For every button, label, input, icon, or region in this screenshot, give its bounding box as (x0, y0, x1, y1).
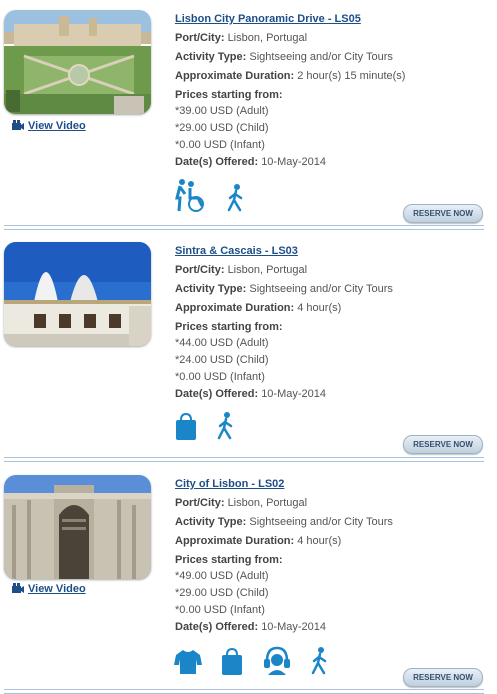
price-child: *24.00 USD (Child) (175, 354, 269, 366)
port-label: Port/City: (175, 32, 225, 44)
tour-title-link[interactable]: Lisbon City Panoramic Drive - LS05 (175, 13, 361, 25)
view-video-label: View Video (28, 583, 86, 595)
tour-photo-monastery[interactable] (4, 475, 151, 579)
wheelchair-accessible-icon[interactable] (174, 178, 208, 212)
dress-code-icon[interactable] (174, 649, 202, 675)
tour-photo-jeronimos[interactable] (4, 10, 151, 114)
price-child: *29.00 USD (Child) (175, 587, 269, 599)
port-value: Lisbon, Portugal (227, 32, 308, 44)
activity-value: Sightseeing and/or City Tours (249, 51, 393, 63)
price-child: *29.00 USD (Child) (175, 122, 269, 134)
video-camera-icon (12, 583, 24, 593)
walking-icon[interactable] (226, 184, 246, 212)
view-video-link[interactable]: View Video (12, 120, 86, 132)
price-adult: *49.00 USD (Adult) (175, 570, 269, 582)
tour-title-link[interactable]: Sintra & Cascais - LS03 (175, 245, 298, 257)
dates-line: Date(s) Offered: 10-May-2014 (175, 156, 326, 168)
separator (4, 225, 484, 230)
activity-icons (174, 178, 246, 212)
tour-title-link[interactable]: City of Lisbon - LS02 (175, 478, 284, 490)
duration-value: 2 hour(s) 15 minute(s) (297, 70, 406, 82)
walking-icon[interactable] (310, 647, 330, 675)
reserve-now-button[interactable]: RESERVE NOW (403, 668, 483, 687)
video-camera-icon (12, 120, 24, 130)
prices-heading: Prices starting from: (175, 554, 283, 566)
dates-line: Date(s) Offered: 10-May-2014 (175, 388, 327, 400)
activity-icons (174, 412, 236, 440)
dates-value: 10-May-2014 (261, 156, 327, 168)
activity-label: Activity Type: (175, 51, 247, 63)
reserve-now-button[interactable]: RESERVE NOW (403, 435, 483, 454)
port-line: Port/City: Lisbon, Portugal (175, 32, 307, 44)
shopping-bag-icon[interactable] (220, 647, 244, 675)
duration-line: Approximate Duration: 4 hour(s) (175, 302, 342, 314)
activity-line: Activity Type: Sightseeing and/or City T… (175, 283, 393, 295)
activity-line: Activity Type: Sightseeing and/or City T… (175, 51, 393, 63)
tour-photo-sintra[interactable] (4, 242, 151, 346)
duration-line: Approximate Duration: 4 hour(s) (175, 535, 342, 547)
shopping-bag-icon[interactable] (174, 412, 198, 440)
duration-label: Approximate Duration: (175, 70, 295, 82)
prices-heading: Prices starting from: (175, 89, 283, 101)
price-infant: *0.00 USD (Infant) (175, 371, 265, 383)
price-adult: *44.00 USD (Adult) (175, 337, 269, 349)
price-infant: *0.00 USD (Infant) (175, 139, 265, 151)
prices-heading: Prices starting from: (175, 321, 283, 333)
activity-line: Activity Type: Sightseeing and/or City T… (175, 516, 393, 528)
activity-icons (174, 645, 330, 675)
audio-guide-icon[interactable] (262, 645, 292, 675)
duration-line: Approximate Duration: 2 hour(s) 15 minut… (175, 70, 405, 82)
view-video-link[interactable]: View Video (12, 583, 86, 595)
dates-line: Date(s) Offered: 10-May-2014 (175, 621, 327, 633)
reserve-now-button[interactable]: RESERVE NOW (403, 204, 483, 223)
port-line: Port/City: Lisbon, Portugal (175, 497, 308, 509)
separator (4, 457, 484, 462)
port-line: Port/City: Lisbon, Portugal (175, 264, 308, 276)
price-adult: *39.00 USD (Adult) (175, 105, 269, 117)
price-infant: *0.00 USD (Infant) (175, 604, 265, 616)
walking-icon[interactable] (216, 412, 236, 440)
dates-label: Date(s) Offered: (175, 156, 259, 168)
view-video-label: View Video (28, 120, 86, 132)
